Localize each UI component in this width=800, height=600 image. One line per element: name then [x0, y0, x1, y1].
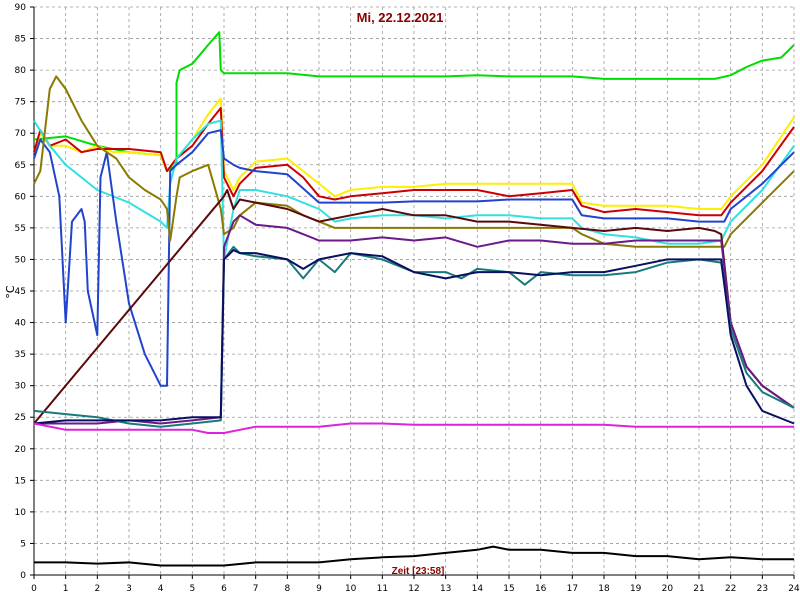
- y-tick-label: 60: [15, 192, 27, 202]
- x-tick-label: 1: [63, 584, 69, 594]
- y-tick-label: 55: [15, 224, 26, 234]
- y-tick-label: 85: [15, 35, 26, 45]
- x-tick-label: 19: [630, 584, 642, 594]
- y-tick-label: 40: [15, 319, 27, 329]
- x-tick-label: 8: [284, 584, 290, 594]
- x-tick-label: 10: [345, 584, 357, 594]
- y-tick-label: 65: [15, 161, 26, 171]
- x-tick-label: 7: [253, 584, 259, 594]
- y-tick-label: 20: [15, 445, 27, 455]
- y-tick-label: 80: [15, 66, 27, 76]
- x-tick-label: 14: [472, 584, 484, 594]
- y-tick-label: 30: [15, 382, 27, 392]
- y-tick-label: 15: [15, 476, 26, 486]
- x-tick-label: 3: [126, 584, 132, 594]
- y-tick-label: 35: [15, 350, 26, 360]
- x-tick-label: 20: [662, 584, 674, 594]
- x-tick-label: 18: [598, 584, 610, 594]
- y-tick-label: 25: [15, 413, 26, 423]
- y-tick-label: 5: [20, 539, 26, 549]
- x-tick-label: 17: [567, 584, 578, 594]
- y-tick-label: 70: [15, 129, 27, 139]
- chart-title: Mi, 22.12.2021: [357, 10, 444, 25]
- y-tick-label: 50: [15, 255, 27, 265]
- x-axis-label: Zeit [23:58]: [392, 566, 445, 577]
- x-tick-label: 9: [316, 584, 322, 594]
- y-tick-label: 10: [15, 508, 27, 518]
- x-tick-label: 4: [158, 584, 164, 594]
- y-tick-label: 90: [15, 3, 27, 13]
- x-tick-label: 16: [535, 584, 547, 594]
- chart-background: [0, 0, 800, 600]
- line-chart: 051015202530354045505560657075808590 012…: [0, 0, 800, 600]
- x-tick-label: 13: [440, 584, 451, 594]
- x-tick-label: 23: [757, 584, 768, 594]
- x-tick-label: 11: [377, 584, 388, 594]
- y-tick-label: 75: [15, 98, 26, 108]
- x-tick-label: 0: [31, 584, 37, 594]
- x-tick-label: 2: [94, 584, 100, 594]
- x-tick-label: 24: [788, 584, 800, 594]
- y-tick-label: 0: [20, 571, 26, 581]
- x-tick-label: 22: [725, 584, 736, 594]
- y-axis-label: °C: [4, 285, 17, 299]
- x-tick-label: 15: [503, 584, 514, 594]
- x-tick-label: 21: [693, 584, 704, 594]
- x-tick-label: 5: [189, 584, 195, 594]
- x-tick-label: 6: [221, 584, 227, 594]
- x-tick-label: 12: [408, 584, 419, 594]
